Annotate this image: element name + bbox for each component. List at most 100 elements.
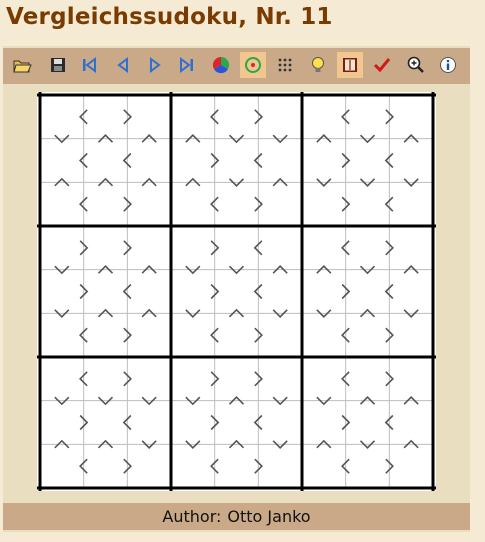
color-button[interactable] <box>208 52 234 78</box>
next-button[interactable] <box>142 52 168 78</box>
grid-cell[interactable] <box>40 95 84 139</box>
grid-cell[interactable] <box>127 357 171 401</box>
grid-cell[interactable] <box>389 444 433 488</box>
grid-cell[interactable] <box>302 269 346 314</box>
grid-cell[interactable] <box>302 226 346 270</box>
grid-cell[interactable] <box>345 182 390 226</box>
grid-cell[interactable] <box>389 400 433 445</box>
grid-cell[interactable] <box>40 357 84 401</box>
grid-cell[interactable] <box>83 357 128 401</box>
grid-cell[interactable] <box>389 313 433 357</box>
grid-cell[interactable] <box>345 138 390 183</box>
grid-cell[interactable] <box>345 357 390 401</box>
grid-cell[interactable] <box>171 313 215 357</box>
grid-cell[interactable] <box>302 182 346 226</box>
grid-cell[interactable] <box>258 313 302 357</box>
grid-cell[interactable] <box>258 400 302 445</box>
grid-cell[interactable] <box>127 444 171 488</box>
grid-cell[interactable] <box>389 357 433 401</box>
grid-cell[interactable] <box>127 138 171 183</box>
check-button[interactable] <box>369 52 395 78</box>
grid-cell[interactable] <box>389 95 433 139</box>
grid-cell[interactable] <box>83 182 128 226</box>
sudoku-grid[interactable] <box>37 92 436 491</box>
zoom-button[interactable] <box>403 52 429 78</box>
book-icon <box>343 58 357 72</box>
grid-cell[interactable] <box>83 138 128 183</box>
grid-cell[interactable] <box>389 182 433 226</box>
grid-cell[interactable] <box>127 226 171 270</box>
grid-button[interactable] <box>272 52 298 78</box>
grid-cell[interactable] <box>127 400 171 445</box>
grid-cell[interactable] <box>214 313 259 357</box>
grid-cell[interactable] <box>258 357 302 401</box>
book-button[interactable] <box>337 52 363 78</box>
grid-cell[interactable] <box>302 313 346 357</box>
grid-cell[interactable] <box>40 444 84 488</box>
grid-cell[interactable] <box>214 269 259 314</box>
grid-cell[interactable] <box>83 400 128 445</box>
grid-cell[interactable] <box>171 269 215 314</box>
grid-cell[interactable] <box>127 182 171 226</box>
grid-cell[interactable] <box>389 269 433 314</box>
grid-cell[interactable] <box>127 269 171 314</box>
grid-cell[interactable] <box>171 182 215 226</box>
grid-cell[interactable] <box>40 226 84 270</box>
hint-button[interactable] <box>305 52 331 78</box>
grid-cell[interactable] <box>214 182 259 226</box>
grid-cell[interactable] <box>83 313 128 357</box>
grid-cell[interactable] <box>83 95 128 139</box>
grid-cell[interactable] <box>345 226 390 270</box>
grid-cell[interactable] <box>258 226 302 270</box>
grid-cell[interactable] <box>345 400 390 445</box>
grid-cell[interactable] <box>214 444 259 488</box>
grid-cell[interactable] <box>258 95 302 139</box>
grid-cell[interactable] <box>345 444 390 488</box>
grid-cell[interactable] <box>171 357 215 401</box>
grid-cell[interactable] <box>40 138 84 183</box>
grid-cell[interactable] <box>171 226 215 270</box>
grid-cell[interactable] <box>40 182 84 226</box>
sudoku-board[interactable] <box>37 92 436 491</box>
grid-cell[interactable] <box>214 138 259 183</box>
open-button[interactable] <box>9 52 35 78</box>
prev-button[interactable] <box>110 52 136 78</box>
grid-cell[interactable] <box>214 226 259 270</box>
grid-cell[interactable] <box>302 138 346 183</box>
grid-cell[interactable] <box>389 138 433 183</box>
grid-cell[interactable] <box>171 138 215 183</box>
grid-cell[interactable] <box>258 138 302 183</box>
grid-cell[interactable] <box>258 182 302 226</box>
grid-cell[interactable] <box>83 269 128 314</box>
grid-cell[interactable] <box>302 357 346 401</box>
grid-cell[interactable] <box>127 313 171 357</box>
grid-cell[interactable] <box>40 269 84 314</box>
grid-cell[interactable] <box>258 269 302 314</box>
target-button[interactable] <box>240 52 266 78</box>
info-icon <box>440 57 456 73</box>
grid-cell[interactable] <box>171 444 215 488</box>
grid-cell[interactable] <box>345 269 390 314</box>
grid-cell[interactable] <box>345 313 390 357</box>
save-button[interactable] <box>45 52 71 78</box>
grid-cell[interactable] <box>389 226 433 270</box>
grid-cell[interactable] <box>171 95 215 139</box>
grid-cell[interactable] <box>302 95 346 139</box>
grid-cell[interactable] <box>214 357 259 401</box>
grid-cell[interactable] <box>258 444 302 488</box>
target-icon <box>245 57 261 73</box>
grid-cell[interactable] <box>214 95 259 139</box>
grid-cell[interactable] <box>83 444 128 488</box>
last-button[interactable] <box>174 52 200 78</box>
grid-cell[interactable] <box>40 400 84 445</box>
grid-cell[interactable] <box>345 95 390 139</box>
grid-cell[interactable] <box>302 444 346 488</box>
grid-cell[interactable] <box>302 400 346 445</box>
grid-cell[interactable] <box>83 226 128 270</box>
grid-cell[interactable] <box>171 400 215 445</box>
info-button[interactable] <box>435 52 461 78</box>
first-button[interactable] <box>76 52 102 78</box>
grid-cell[interactable] <box>40 313 84 357</box>
grid-cell[interactable] <box>214 400 259 445</box>
grid-cell[interactable] <box>127 95 171 139</box>
